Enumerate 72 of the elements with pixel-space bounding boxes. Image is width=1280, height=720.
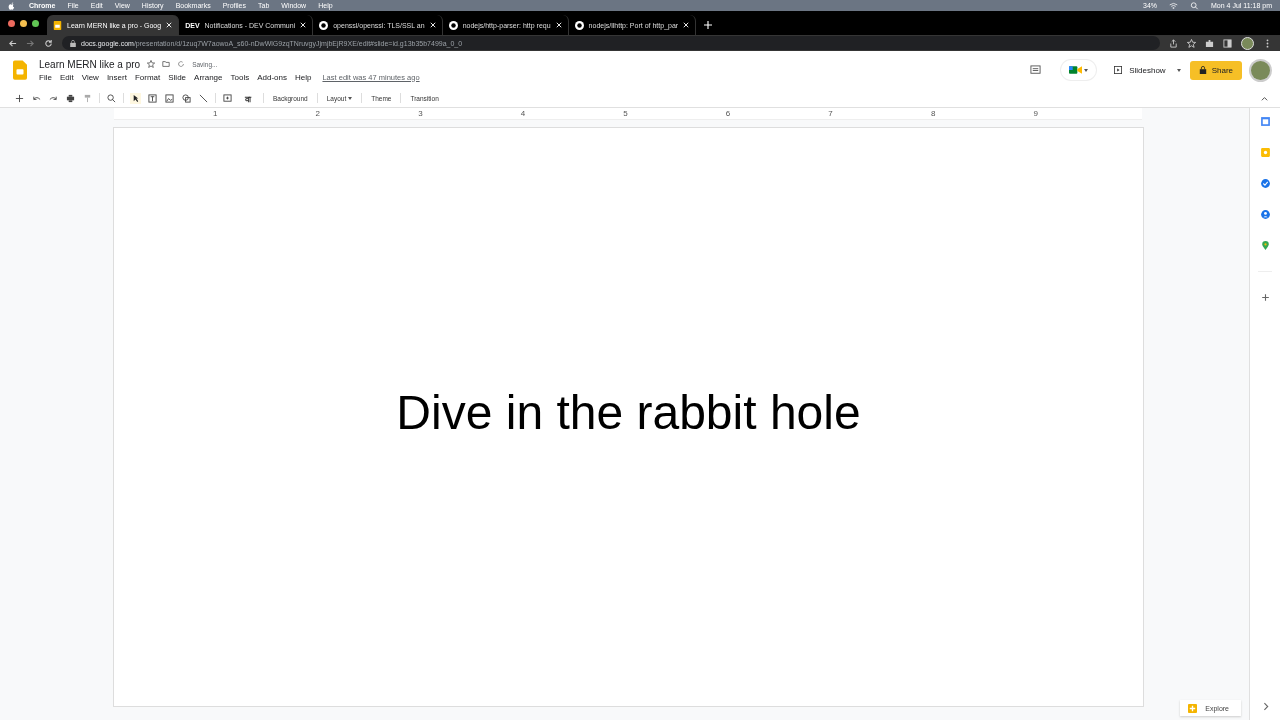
- ruler-number: 7: [828, 109, 833, 118]
- ruler-number: 9: [1033, 109, 1038, 118]
- github-icon: [448, 20, 458, 30]
- reload-icon[interactable]: [44, 38, 53, 48]
- menu-item[interactable]: Tools: [230, 72, 250, 82]
- ruler-number: 1: [213, 109, 218, 118]
- print-icon[interactable]: [65, 92, 76, 104]
- menu-item[interactable]: Arrange: [194, 72, 223, 82]
- search-icon[interactable]: [1190, 1, 1200, 10]
- github-icon: [574, 20, 584, 30]
- apple-icon[interactable]: [8, 1, 15, 10]
- video-camera-icon: [1069, 65, 1083, 75]
- ruler-number: 8: [930, 109, 936, 118]
- profile-avatar[interactable]: [1241, 36, 1254, 50]
- ruler-number: 5: [623, 109, 628, 118]
- calendar-icon[interactable]: [1259, 116, 1271, 127]
- lock-icon: [1198, 66, 1207, 74]
- account-avatar[interactable]: [1251, 60, 1270, 80]
- menu-item[interactable]: Format: [134, 72, 161, 82]
- share-button[interactable]: Share: [1189, 60, 1242, 80]
- line-icon[interactable]: [198, 92, 209, 104]
- wifi-icon[interactable]: [1169, 1, 1179, 10]
- star-icon[interactable]: [147, 60, 156, 68]
- text-box-icon[interactable]: [147, 92, 158, 104]
- sync-icon: [177, 60, 186, 68]
- zoom-window-icon[interactable]: [32, 19, 39, 27]
- ruler-number: 4: [520, 109, 526, 118]
- folder-icon[interactable]: [162, 60, 171, 68]
- caret-icon: [1084, 68, 1089, 72]
- explore-icon: [1188, 703, 1198, 713]
- close-icon[interactable]: [429, 22, 436, 28]
- close-icon[interactable]: [300, 22, 307, 28]
- play-icon: [1114, 66, 1123, 74]
- new-slide-icon[interactable]: [14, 92, 25, 104]
- menu-item[interactable]: Insert: [106, 72, 127, 82]
- lock-icon: [70, 39, 76, 47]
- slides-icon: [53, 20, 62, 30]
- slide-title[interactable]: Dive in the rabbit hole: [396, 384, 861, 440]
- menu-item[interactable]: File: [39, 72, 52, 82]
- back-icon[interactable]: [8, 38, 17, 48]
- share-icon[interactable]: [1169, 38, 1178, 48]
- puzzle-icon[interactable]: [1205, 38, 1214, 48]
- slide-canvas[interactable]: Dive in the rabbit hole: [114, 128, 1143, 706]
- zoom-icon[interactable]: [106, 92, 117, 104]
- ruler-number: 6: [725, 109, 731, 118]
- shape-icon[interactable]: [181, 92, 192, 104]
- add-icon[interactable]: [1259, 292, 1271, 303]
- minimize-window-icon[interactable]: [20, 19, 27, 27]
- image-icon[interactable]: [164, 92, 175, 104]
- close-window-icon[interactable]: [8, 19, 15, 27]
- close-icon[interactable]: [166, 22, 173, 28]
- ruler-number: 2: [315, 109, 321, 118]
- tasks-icon[interactable]: [1259, 178, 1271, 189]
- menu-item[interactable]: Slide: [168, 72, 187, 82]
- forward-icon[interactable]: [26, 38, 35, 48]
- contacts-icon[interactable]: [1259, 209, 1271, 220]
- new-tab-icon[interactable]: [704, 21, 713, 29]
- map-pin-icon[interactable]: [1259, 240, 1271, 251]
- input-tools-button[interactable]: वा: [245, 92, 251, 104]
- select-icon[interactable]: [130, 92, 141, 104]
- github-icon: [319, 20, 329, 30]
- menu-item[interactable]: Help: [295, 72, 312, 82]
- comment-add-icon[interactable]: [222, 92, 233, 104]
- ruler-number: 3: [418, 109, 423, 118]
- close-icon[interactable]: [683, 22, 690, 28]
- sidebar-icon[interactable]: [1223, 38, 1232, 48]
- menu-item[interactable]: Add-ons: [257, 72, 287, 82]
- menu-item[interactable]: Edit: [59, 72, 74, 82]
- menu-item[interactable]: View: [81, 72, 99, 82]
- document-title[interactable]: Learn MERN like a pro: [39, 58, 141, 70]
- close-icon[interactable]: [555, 22, 562, 28]
- comment-icon[interactable]: [1030, 64, 1042, 76]
